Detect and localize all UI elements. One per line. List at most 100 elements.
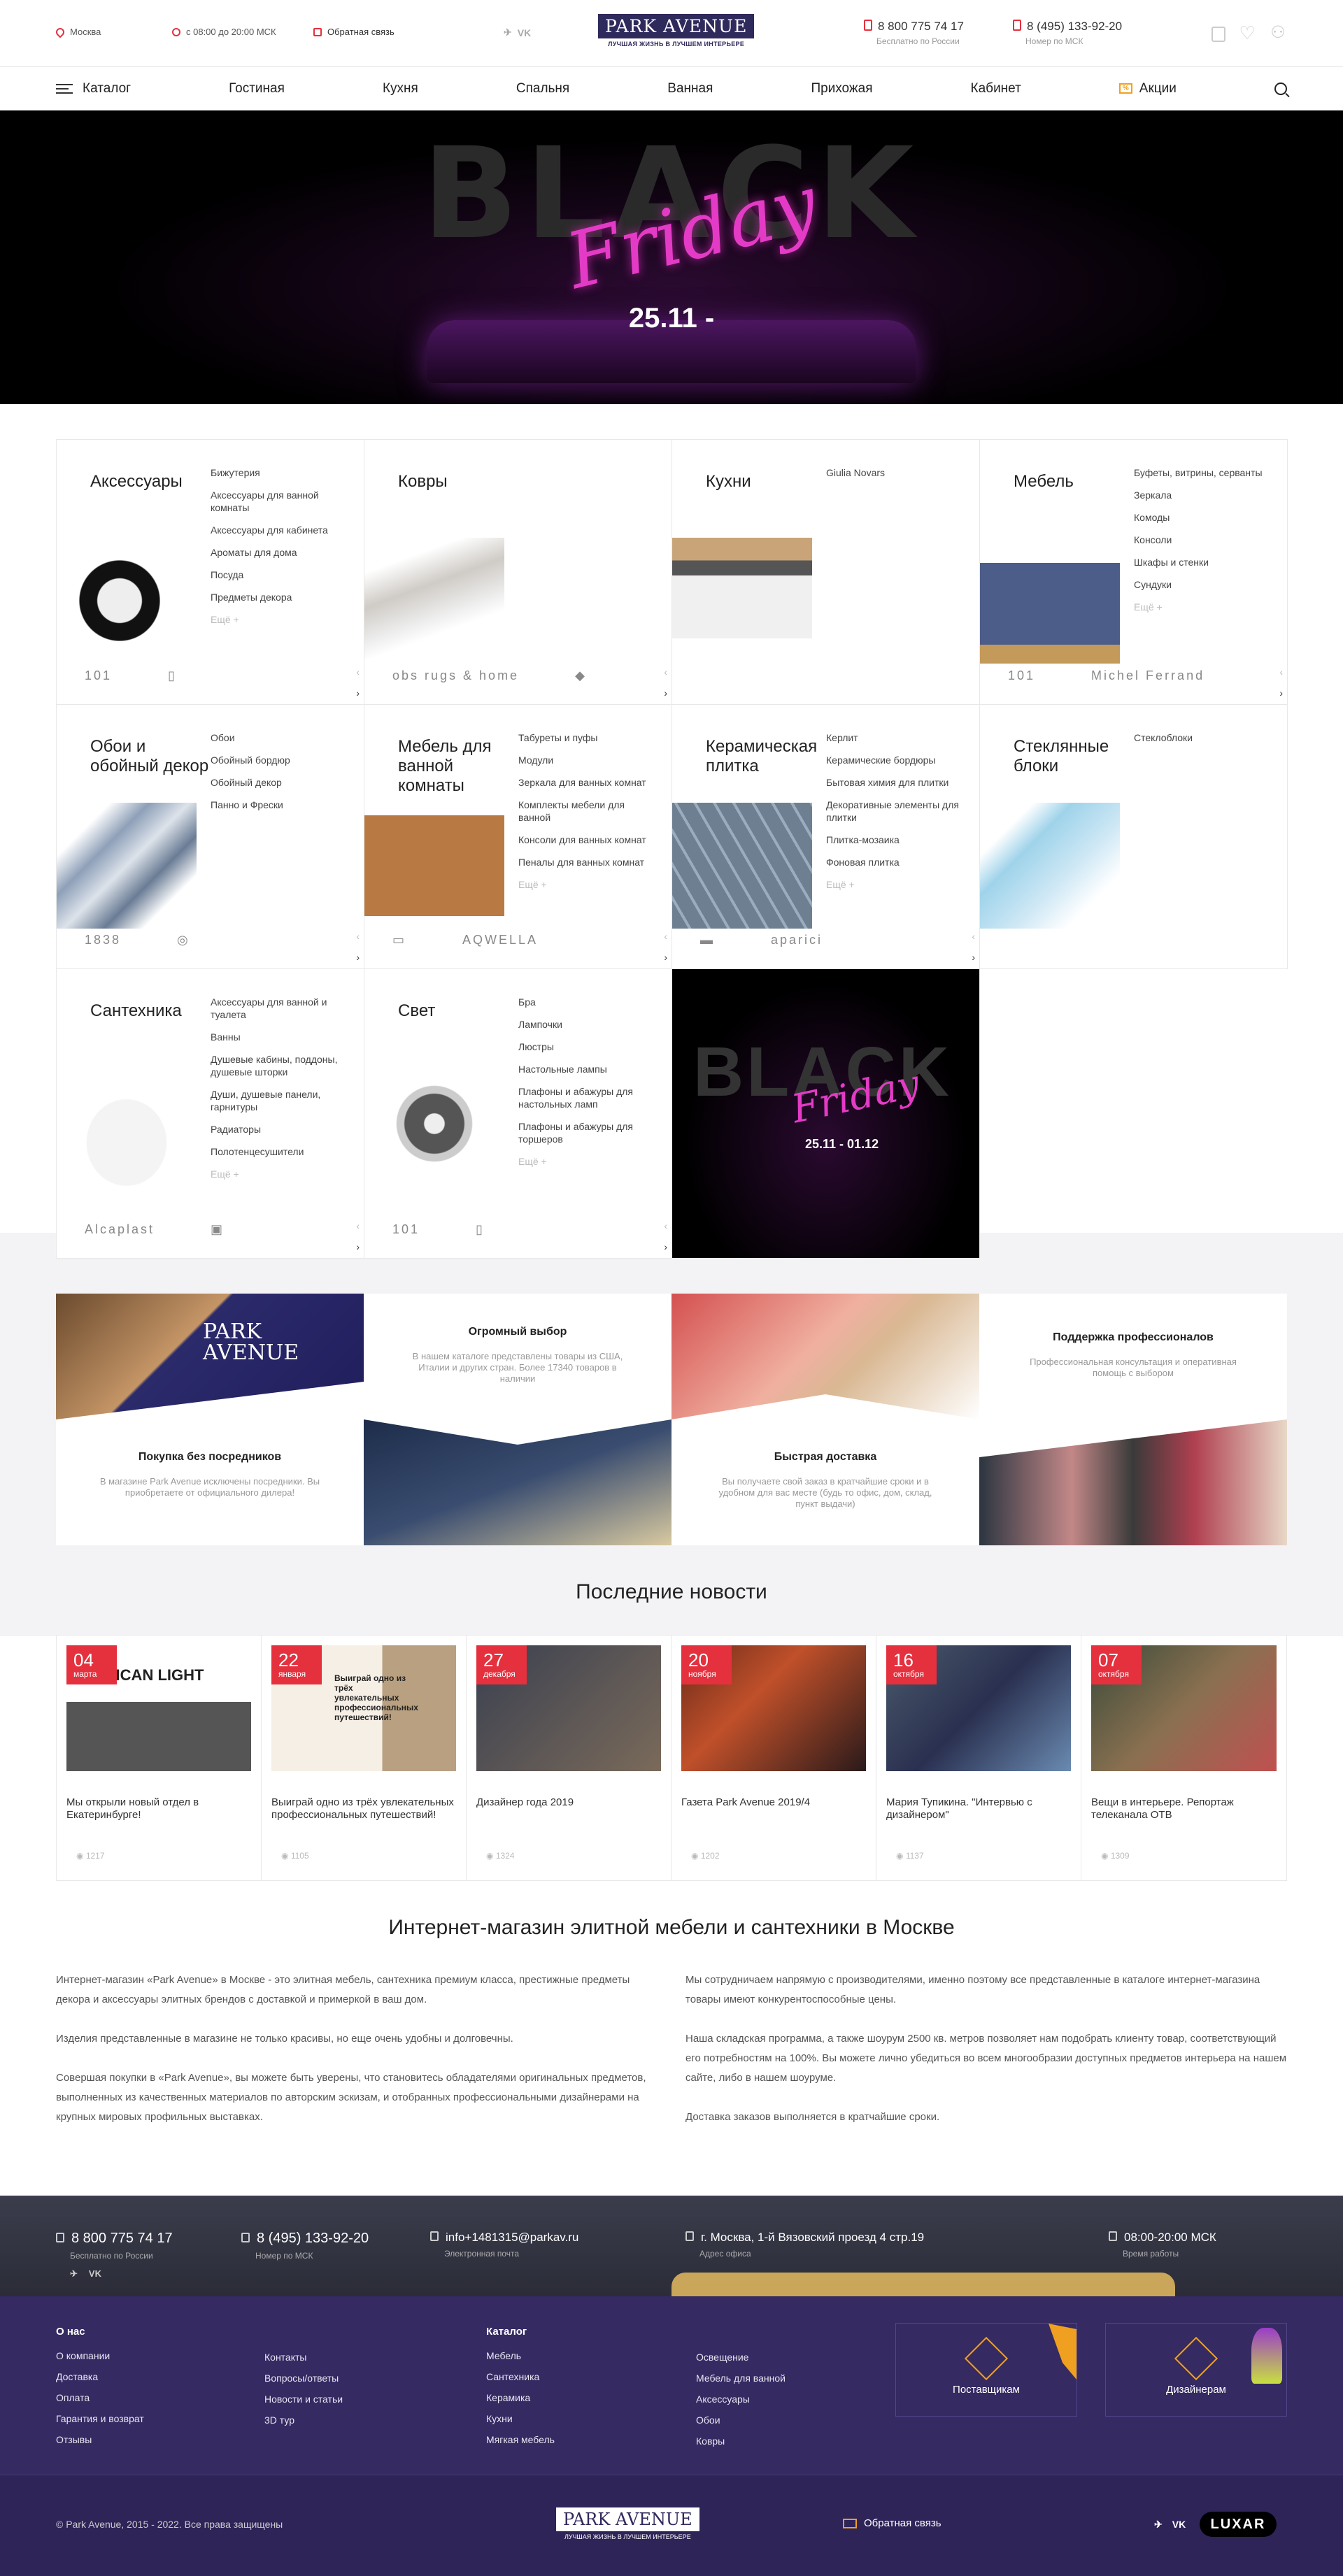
subcategory-link[interactable]: Ароматы для дома <box>211 546 350 559</box>
subcategory-link[interactable]: Пеналы для ванных комнат <box>518 856 658 868</box>
subcategory-link[interactable]: Обойный бордюр <box>211 754 350 766</box>
subcategory-link[interactable]: Аксессуары для кабинета <box>211 524 350 536</box>
brand-logo[interactable]: obs rugs & home <box>392 668 519 683</box>
category-title[interactable]: Мебель <box>1014 472 1132 492</box>
subcategory-link[interactable]: Души, душевые панели, гарнитуры <box>211 1088 350 1113</box>
category-title[interactable]: Свет <box>398 1001 517 1021</box>
footer-link[interactable]: Сантехника <box>486 2371 555 2382</box>
subcategory-link[interactable]: Зеркала для ванных комнат <box>518 776 658 789</box>
subcategory-link[interactable]: Предметы декора <box>211 591 350 603</box>
category-title[interactable]: Стеклянные блоки <box>1014 737 1132 776</box>
news-title[interactable]: Выиграй одно из трёх увлекательных профе… <box>271 1796 456 1822</box>
news-title[interactable]: Дизайнер года 2019 <box>476 1796 661 1809</box>
subcategory-link[interactable]: Модули <box>518 754 658 766</box>
subcategory-link[interactable]: Ванны <box>211 1031 350 1043</box>
subcategory-link[interactable]: Плитка-мозаика <box>826 833 966 846</box>
category-card[interactable]: Ковры obs rugs & home ◆ ‹ › <box>364 439 672 705</box>
subcategory-link[interactable]: Декоративные элементы для плитки <box>826 799 966 824</box>
footer-link[interactable]: Вопросы/ответы <box>264 2373 343 2384</box>
subcategory-link[interactable]: Аксессуары для ванной комнаты <box>211 489 350 514</box>
footer-link[interactable]: Ковры <box>696 2435 786 2447</box>
subcategory-link[interactable]: Настольные лампы <box>518 1063 658 1075</box>
chevron-left-icon[interactable]: ‹ <box>356 931 360 942</box>
footer-link[interactable]: Отзывы <box>56 2434 144 2445</box>
site-logo[interactable]: PARK AVENUE ЛУЧШАЯ ЖИЗНЬ В ЛУЧШЕМ ИНТЕРЬЕ… <box>598 14 755 48</box>
subcategory-link[interactable]: Стеклоблоки <box>1134 731 1274 744</box>
footer-link[interactable]: Мебель для ванной <box>696 2373 786 2384</box>
subcategory-link[interactable]: Бытовая химия для плитки <box>826 776 966 789</box>
search-icon[interactable] <box>1274 82 1287 95</box>
phone-msk[interactable]: 8 (495) 133-92-20 Номер по МСК <box>1013 20 1122 46</box>
feedback-link[interactable]: Обратная связь <box>313 27 395 37</box>
chevron-left-icon[interactable]: ‹ <box>356 1220 360 1231</box>
footer-link[interactable]: Контакты <box>264 2352 343 2363</box>
luxar-logo[interactable]: LUXAR <box>1200 2512 1277 2537</box>
chevron-left-icon[interactable]: ‹ <box>972 931 975 942</box>
news-title[interactable]: Вещи в интерьере. Репортаж телеканала ОТ… <box>1091 1796 1277 1822</box>
show-more-link[interactable]: Ещё + <box>1134 601 1274 613</box>
category-card[interactable]: Сантехника Аксессуары для ванной и туале… <box>57 969 364 1259</box>
news-card[interactable]: 07 октября Вещи в интерьере. Репортаж тел… <box>1081 1636 1286 1880</box>
brand-logo[interactable]: ▬ <box>700 933 715 947</box>
chevron-left-icon[interactable]: ‹ <box>664 666 667 678</box>
footer-link[interactable]: Обои <box>696 2414 786 2426</box>
chevron-right-icon[interactable]: › <box>664 687 667 699</box>
catalog-menu-button[interactable]: Каталог <box>56 81 131 96</box>
vk-icon[interactable]: VK <box>89 2268 101 2280</box>
nav-item-kitchen[interactable]: Кухня <box>383 81 418 96</box>
telegram-icon[interactable]: ✈ <box>70 2268 78 2280</box>
category-title[interactable]: Сантехника <box>90 1001 209 1021</box>
footer-link[interactable]: О компании <box>56 2350 144 2361</box>
phone-free[interactable]: 8 800 775 74 17 Бесплатно по России <box>864 20 964 46</box>
footer-link[interactable]: Мягкая мебель <box>486 2434 555 2445</box>
subcategory-link[interactable]: Консоли для ванных комнат <box>518 833 658 846</box>
footer-link[interactable]: Доставка <box>56 2371 144 2382</box>
footer-logo[interactable]: PARK AVENUE ЛУЧШАЯ ЖИЗНЬ В ЛУЧШЕМ ИНТЕРЬЕ… <box>556 2507 699 2540</box>
cart-icon[interactable] <box>1211 27 1225 42</box>
brand-logo[interactable]: 1838 <box>85 933 121 947</box>
chevron-right-icon[interactable]: › <box>664 952 667 963</box>
subcategory-link[interactable]: Плафоны и абажуры для торшеров <box>518 1120 658 1145</box>
promo-link[interactable]: % Акции <box>1118 81 1177 96</box>
chevron-right-icon[interactable]: › <box>1279 687 1283 699</box>
footer-phone-free[interactable]: 8 800 775 74 17 Бесплатно по России <box>56 2231 173 2261</box>
news-card[interactable]: 16 октября Мария Тупикина. "Интервью с ди… <box>876 1636 1081 1880</box>
chevron-left-icon[interactable]: ‹ <box>664 931 667 942</box>
category-card[interactable]: Мебель Буфеты, витрины, серванты Зеркала К… <box>980 439 1288 705</box>
subcategory-link[interactable]: Шкафы и стенки <box>1134 556 1274 568</box>
designers-button[interactable]: Дизайнерам <box>1105 2323 1287 2417</box>
news-card[interactable]: ERICAN LIGHT 04 марта Мы открыли новый от… <box>57 1636 262 1880</box>
subcategory-link[interactable]: Душевые кабины, поддоны, душевые шторки <box>211 1053 350 1078</box>
subcategory-link[interactable]: Бра <box>518 996 658 1008</box>
category-title[interactable]: Ковры <box>398 472 517 492</box>
brand-logo[interactable]: ▣ <box>211 1222 225 1237</box>
nav-item-office[interactable]: Кабинет <box>971 81 1021 96</box>
subcategory-link[interactable]: Фоновая плитка <box>826 856 966 868</box>
vk-icon[interactable]: VK <box>518 27 531 38</box>
show-more-link[interactable]: Ещё + <box>518 878 658 891</box>
subcategory-link[interactable]: Радиаторы <box>211 1123 350 1136</box>
account-icon[interactable]: ⚇ <box>1269 24 1287 42</box>
show-more-link[interactable]: Ещё + <box>211 1168 350 1180</box>
chevron-right-icon[interactable]: › <box>356 1241 360 1252</box>
category-title[interactable]: Аксессуары <box>90 472 209 492</box>
nav-item-bathroom[interactable]: Ванная <box>667 81 713 96</box>
nav-item-bedroom[interactable]: Спальня <box>516 81 569 96</box>
subcategory-link[interactable]: Табуреты и пуфы <box>518 731 658 744</box>
brand-logo[interactable]: ▯ <box>476 1222 485 1237</box>
brand-logo[interactable]: 101 <box>1008 668 1035 683</box>
telegram-icon[interactable]: ✈ <box>1154 2519 1163 2531</box>
subcategory-link[interactable]: Giulia Novars <box>826 466 966 479</box>
footer-link[interactable]: Мебель <box>486 2350 555 2361</box>
category-card[interactable]: Кухни Giulia Novars <box>672 439 980 705</box>
category-title[interactable]: Обои и обойный декор <box>90 737 209 776</box>
category-card[interactable]: Свет Бра Лампочки Люстры Настольные лампы Пл… <box>364 969 672 1259</box>
show-more-link[interactable]: Ещё + <box>518 1155 658 1168</box>
subcategory-link[interactable]: Комплекты мебели для ванной <box>518 799 658 824</box>
footer-link[interactable]: Новости и статьи <box>264 2393 343 2405</box>
black-friday-promo-card[interactable]: BLACK Friday 25.11 - 01.12 <box>672 969 980 1259</box>
subcategory-link[interactable]: Посуда <box>211 568 350 581</box>
nav-item-hallway[interactable]: Прихожая <box>811 81 872 96</box>
subcategory-link[interactable]: Люстры <box>518 1040 658 1053</box>
vk-icon[interactable]: VK <box>1172 2519 1186 2531</box>
